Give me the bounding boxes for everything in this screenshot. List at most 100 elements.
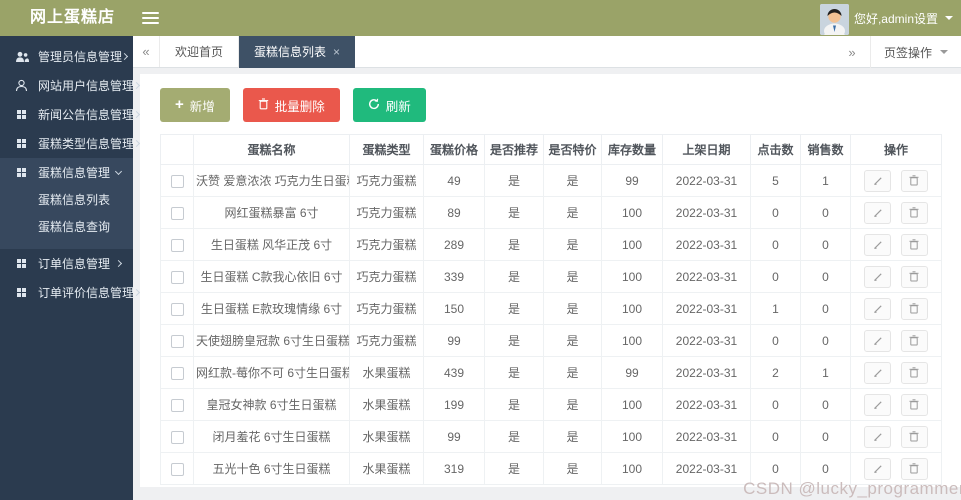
sidebar-item-news[interactable]: 新闻公告信息管理 xyxy=(0,100,141,129)
row-checkbox[interactable] xyxy=(170,302,184,316)
cell-actions xyxy=(850,420,942,453)
cell-special: 是 xyxy=(543,388,602,421)
cell-cake-type: 水果蛋糕 xyxy=(349,356,424,389)
grid-icon xyxy=(14,168,29,177)
cell-shelf-date: 2022-03-31 xyxy=(662,388,751,421)
cell-sales: 1 xyxy=(800,164,851,197)
row-checkbox-cell xyxy=(160,260,194,293)
table-body: 沃赞 爱意浓浓 巧克力生日蛋糕 巧克力蛋糕 49 是 是 99 2022-03-… xyxy=(160,164,942,485)
cell-actions xyxy=(850,324,942,357)
cell-stock: 100 xyxy=(601,196,663,229)
row-checkbox[interactable] xyxy=(170,398,184,412)
edit-button[interactable] xyxy=(864,169,892,192)
edit-button[interactable] xyxy=(864,201,892,224)
row-checkbox[interactable] xyxy=(170,366,184,380)
delete-button[interactable] xyxy=(900,361,928,384)
edit-button[interactable] xyxy=(864,233,892,256)
edit-button[interactable] xyxy=(864,329,892,352)
cell-clicks: 5 xyxy=(750,164,801,197)
cell-sales: 0 xyxy=(800,324,851,357)
app-title: 网上蛋糕店 xyxy=(30,9,116,26)
header-clicks: 点击数 xyxy=(750,134,801,165)
edit-button[interactable] xyxy=(864,457,892,480)
header-checkbox-col xyxy=(160,134,194,165)
delete-button[interactable] xyxy=(900,201,928,224)
close-icon[interactable]: × xyxy=(333,46,340,58)
delete-button[interactable] xyxy=(900,329,928,352)
delete-button[interactable] xyxy=(900,457,928,480)
cell-stock: 100 xyxy=(601,228,663,261)
cell-cake-price: 439 xyxy=(423,356,485,389)
delete-button[interactable] xyxy=(900,393,928,416)
header-shelf-date: 上架日期 xyxy=(662,134,751,165)
cell-recommended: 是 xyxy=(484,164,544,197)
cell-recommended: 是 xyxy=(484,196,544,229)
row-checkbox[interactable] xyxy=(170,174,184,188)
tab-operations-menu[interactable]: 页签操作 xyxy=(869,36,961,68)
cell-cake-price: 89 xyxy=(423,196,485,229)
cell-actions xyxy=(850,292,942,325)
tabs-scroll-right-icon[interactable]: » xyxy=(834,36,870,68)
cell-sales: 0 xyxy=(800,420,851,453)
users-icon xyxy=(14,51,29,63)
tab-bar: « 欢迎首页 蛋糕信息列表 × » 页签操作 xyxy=(133,36,961,68)
row-checkbox[interactable] xyxy=(170,270,184,284)
delete-button[interactable] xyxy=(900,233,928,256)
sidebar-item-admin-info[interactable]: 管理员信息管理 xyxy=(0,42,133,71)
cell-cake-type: 巧克力蛋糕 xyxy=(349,164,424,197)
edit-button[interactable] xyxy=(864,297,892,320)
cell-sales: 0 xyxy=(800,388,851,421)
tab-welcome[interactable]: 欢迎首页 xyxy=(160,36,240,68)
cell-cake-name: 沃赞 爱意浓浓 巧克力生日蛋糕 xyxy=(193,164,350,197)
grid-icon xyxy=(14,259,29,268)
header-sales: 销售数 xyxy=(800,134,851,165)
sidebar-item-label: 蛋糕信息管理 xyxy=(38,166,111,180)
cell-recommended: 是 xyxy=(484,420,544,453)
tabs-scroll-left-icon[interactable]: « xyxy=(133,36,160,67)
delete-button[interactable] xyxy=(900,169,928,192)
edit-button[interactable] xyxy=(864,393,892,416)
tab-operations-label: 页签操作 xyxy=(883,45,932,60)
cell-recommended: 是 xyxy=(484,324,544,357)
cell-special: 是 xyxy=(543,452,602,485)
row-checkbox[interactable] xyxy=(170,334,184,348)
delete-button[interactable] xyxy=(900,425,928,448)
cell-clicks: 0 xyxy=(750,388,801,421)
cell-cake-name: 天使翅膀皇冠款 6寸生日蛋糕 xyxy=(193,324,350,357)
header-special: 是否特价 xyxy=(543,134,602,165)
table-row: 网红款-莓你不可 6寸生日蛋糕 水果蛋糕 439 是 是 99 2022-03-… xyxy=(160,356,942,389)
table-row: 生日蛋糕 风华正茂 6寸 巧克力蛋糕 289 是 是 100 2022-03-3… xyxy=(160,228,942,261)
row-checkbox-cell xyxy=(160,196,194,229)
sidebar-item-site-users[interactable]: 网站用户信息管理 xyxy=(0,71,141,100)
delete-button[interactable] xyxy=(900,265,928,288)
delete-button[interactable] xyxy=(900,297,928,320)
tab-cake-list[interactable]: 蛋糕信息列表 × xyxy=(239,36,356,68)
sidebar-item-orders[interactable]: 订单信息管理 xyxy=(0,249,133,278)
header-cake-name: 蛋糕名称 xyxy=(193,134,350,165)
row-checkbox[interactable] xyxy=(170,462,184,476)
edit-button[interactable] xyxy=(864,361,892,384)
cell-cake-name: 生日蛋糕 C款我心依旧 6寸 xyxy=(193,260,350,293)
row-checkbox[interactable] xyxy=(170,238,184,252)
sidebar-item-cake-info[interactable]: 蛋糕信息管理 xyxy=(0,158,133,187)
cell-clicks: 0 xyxy=(750,228,801,261)
hamburger-menu-icon[interactable] xyxy=(142,12,159,27)
sidebar-subitem-cake-query[interactable]: 蛋糕信息查询 xyxy=(0,214,133,241)
sidebar-item-order-reviews[interactable]: 订单评价信息管理 xyxy=(0,278,141,307)
table-row: 皇冠女神款 6寸生日蛋糕 水果蛋糕 199 是 是 100 2022-03-31… xyxy=(160,388,942,421)
cell-shelf-date: 2022-03-31 xyxy=(662,196,751,229)
refresh-button[interactable]: 刷新 xyxy=(352,88,426,122)
cell-cake-price: 339 xyxy=(423,260,485,293)
sidebar-subitem-cake-list[interactable]: 蛋糕信息列表 xyxy=(0,187,133,214)
edit-button[interactable] xyxy=(864,265,892,288)
edit-button[interactable] xyxy=(864,425,892,448)
add-button-label: 新增 xyxy=(189,99,215,114)
row-checkbox[interactable] xyxy=(170,206,184,220)
cell-recommended: 是 xyxy=(484,228,544,261)
row-checkbox[interactable] xyxy=(170,430,184,444)
batch-delete-button[interactable]: 批量删除 xyxy=(242,88,340,122)
cell-special: 是 xyxy=(543,164,602,197)
add-button[interactable]: + 新增 xyxy=(160,88,230,122)
user-menu[interactable]: 您好,admin设置 xyxy=(819,0,953,36)
sidebar-item-cake-types[interactable]: 蛋糕类型信息管理 xyxy=(0,129,141,158)
